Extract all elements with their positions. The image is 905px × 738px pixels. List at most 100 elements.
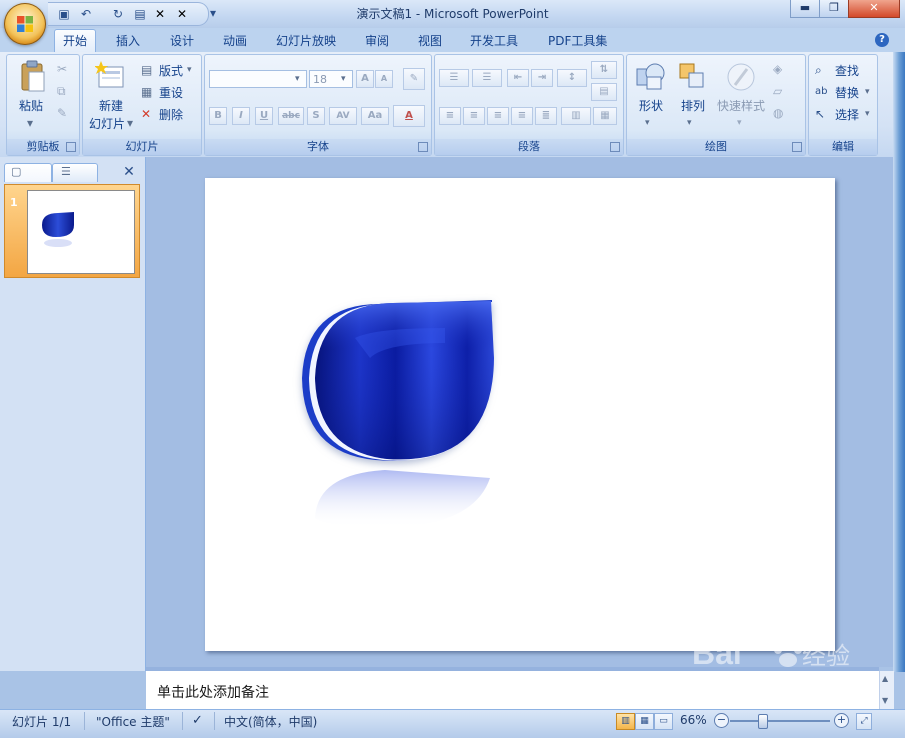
- align-right-button[interactable]: ≡: [487, 107, 509, 125]
- arrange-label[interactable]: 排列: [681, 97, 705, 114]
- zoom-slider-thumb[interactable]: [758, 714, 768, 729]
- replace-dropdown-icon[interactable]: ▾: [865, 84, 870, 100]
- shapes-label[interactable]: 形状: [639, 97, 663, 114]
- reset-icon[interactable]: ▦: [141, 84, 152, 100]
- copy-icon[interactable]: ⧉: [57, 83, 66, 99]
- text-direction-button[interactable]: ⇅: [591, 61, 617, 79]
- shape-outline-icon[interactable]: ▱: [773, 83, 782, 99]
- help-icon[interactable]: ?: [875, 33, 889, 47]
- layout-icon[interactable]: ▤: [141, 62, 152, 78]
- fit-to-window-button[interactable]: ⤢: [856, 713, 872, 730]
- slideshow-view-button[interactable]: ▭: [654, 713, 673, 730]
- smartart-button[interactable]: ▦: [593, 107, 617, 125]
- character-spacing-button[interactable]: AV: [329, 107, 357, 125]
- font-launcher-icon[interactable]: [418, 142, 428, 152]
- change-case-button[interactable]: Aa: [361, 107, 389, 125]
- grow-font-button[interactable]: A: [356, 70, 374, 88]
- tab-review[interactable]: 审阅: [357, 30, 397, 52]
- zoom-slider-track[interactable]: [730, 720, 830, 722]
- restore-button[interactable]: ❐: [819, 0, 849, 18]
- notes-placeholder[interactable]: 单击此处添加备注: [157, 682, 269, 702]
- layout-button[interactable]: 版式: [159, 62, 183, 79]
- numbering-button[interactable]: ☰: [472, 69, 502, 87]
- zoom-level[interactable]: 66%: [680, 713, 707, 727]
- align-left-button[interactable]: ≡: [439, 107, 461, 125]
- close-button[interactable]: ✕: [848, 0, 900, 18]
- cut-icon[interactable]: ✂: [57, 61, 67, 77]
- tab-slideshow[interactable]: 幻灯片放映: [268, 30, 344, 52]
- zoom-in-button[interactable]: +: [834, 713, 849, 728]
- clear-formatting-icon[interactable]: ✕: [152, 6, 168, 22]
- clipboard-launcher-icon[interactable]: [66, 142, 76, 152]
- align-text-button[interactable]: ▤: [591, 83, 617, 101]
- language-indicator[interactable]: 中文(简体，中国): [224, 713, 317, 730]
- slide-sorter-button[interactable]: ▦: [635, 713, 654, 730]
- tab-animations[interactable]: 动画: [215, 30, 255, 52]
- paste-dropdown-icon[interactable]: ▾: [27, 115, 33, 131]
- paste-label[interactable]: 粘贴: [19, 97, 43, 114]
- find-button[interactable]: 查找: [835, 62, 859, 79]
- increase-indent-button[interactable]: ⇥: [531, 69, 553, 87]
- underline-button[interactable]: U: [255, 107, 273, 125]
- undo-icon[interactable]: ↶: [78, 6, 94, 22]
- decrease-indent-button[interactable]: ⇤: [507, 69, 529, 87]
- quick-styles-label[interactable]: 快速样式: [717, 97, 765, 114]
- italic-button[interactable]: I: [232, 107, 250, 125]
- layout-dropdown-icon[interactable]: ▾: [187, 62, 192, 78]
- strikethrough-button[interactable]: abc: [278, 107, 304, 125]
- clear-format-button[interactable]: ✎: [403, 68, 425, 90]
- shape-effects-icon[interactable]: ◍: [773, 105, 783, 121]
- redo-icon[interactable]: ↻: [110, 6, 126, 22]
- teardrop-shape[interactable]: [205, 178, 835, 651]
- delete-button[interactable]: 删除: [159, 106, 183, 123]
- select-icon[interactable]: ↖: [815, 106, 825, 122]
- font-name-combobox[interactable]: [209, 70, 307, 88]
- close-pane-button[interactable]: ✕: [121, 164, 137, 180]
- select-dropdown-icon[interactable]: ▾: [865, 106, 870, 122]
- shrink-font-button[interactable]: A: [375, 70, 393, 88]
- zoom-out-button[interactable]: −: [714, 713, 729, 728]
- text-shadow-button[interactable]: S: [307, 107, 325, 125]
- quick-styles-icon[interactable]: [725, 61, 757, 93]
- tab-developer[interactable]: 开发工具: [462, 30, 526, 52]
- tab-slides-view[interactable]: ▢: [4, 163, 52, 182]
- quick-styles-dropdown-icon[interactable]: ▾: [737, 115, 742, 131]
- spell-check-icon[interactable]: ✓: [192, 713, 203, 728]
- arrange-dropdown-icon[interactable]: ▾: [687, 115, 692, 131]
- slide-canvas[interactable]: [205, 178, 835, 651]
- tab-design[interactable]: 设计: [162, 30, 202, 52]
- shapes-icon[interactable]: [635, 61, 665, 91]
- bold-button[interactable]: B: [209, 107, 227, 125]
- tab-home[interactable]: 开始: [54, 29, 97, 52]
- select-button[interactable]: 选择: [835, 106, 859, 123]
- format-painter-icon[interactable]: ✎: [57, 105, 67, 121]
- find-icon[interactable]: ⌕: [815, 62, 822, 78]
- arrange-icon[interactable]: [677, 61, 707, 91]
- columns-button[interactable]: ▥: [561, 107, 591, 125]
- new-slide-label-1[interactable]: 新建: [99, 97, 123, 114]
- font-color-button[interactable]: A: [393, 105, 425, 127]
- shapes-dropdown-icon[interactable]: ▾: [645, 115, 650, 131]
- normal-view-button[interactable]: ▥: [616, 713, 635, 730]
- print-preview-icon[interactable]: ▤: [132, 6, 148, 22]
- tab-insert[interactable]: 插入: [108, 30, 148, 52]
- save-icon[interactable]: ▣: [56, 6, 72, 22]
- bullets-button[interactable]: ☰: [439, 69, 469, 87]
- customize-qat-icon[interactable]: ▾: [205, 5, 221, 21]
- tab-pdf-tools[interactable]: PDF工具集: [540, 30, 615, 52]
- tab-view[interactable]: 视图: [410, 30, 450, 52]
- distributed-button[interactable]: ≣: [535, 107, 557, 125]
- scroll-down-icon[interactable]: ▼: [882, 693, 888, 709]
- font-size-dropdown-icon[interactable]: ▾: [341, 71, 346, 87]
- paste-icon[interactable]: [19, 60, 47, 94]
- reset-button[interactable]: 重设: [159, 84, 183, 101]
- new-slide-label-2[interactable]: 幻灯片: [89, 115, 125, 132]
- tab-outline-view[interactable]: ☰: [52, 163, 98, 182]
- line-spacing-button[interactable]: ↕: [557, 69, 587, 87]
- minimize-button[interactable]: ▬: [790, 0, 820, 18]
- new-slide-icon[interactable]: [95, 61, 125, 89]
- new-slide-dropdown-icon[interactable]: ▾: [127, 115, 133, 131]
- drawing-launcher-icon[interactable]: [792, 142, 802, 152]
- justify-button[interactable]: ≡: [511, 107, 533, 125]
- delete-icon[interactable]: ✕: [141, 106, 151, 122]
